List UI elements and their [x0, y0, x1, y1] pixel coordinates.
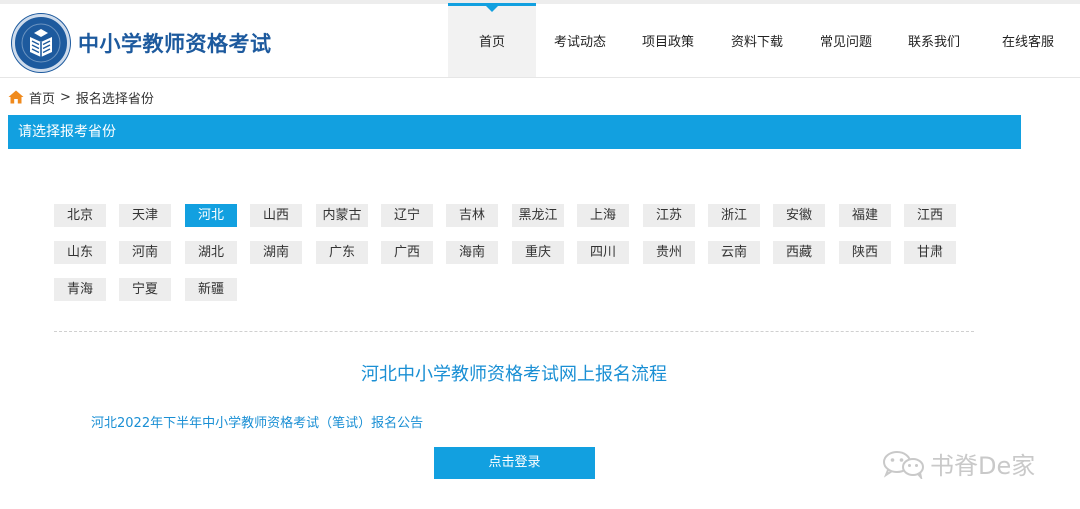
province-option[interactable]: 贵州	[643, 241, 695, 264]
login-button[interactable]: 点击登录	[434, 447, 595, 479]
province-option[interactable]: 云南	[708, 241, 760, 264]
breadcrumb-separator: >	[60, 89, 71, 105]
province-option[interactable]: 新疆	[185, 278, 237, 301]
breadcrumb-current: 报名选择省份	[75, 91, 154, 107]
province-option[interactable]: 河北	[185, 204, 237, 227]
province-option[interactable]: 广东	[316, 241, 368, 264]
province-option[interactable]: 吉林	[446, 204, 498, 227]
province-option[interactable]: 重庆	[512, 241, 564, 264]
watermark: 书脊De家	[880, 446, 1035, 481]
province-option[interactable]: 江苏	[643, 204, 695, 227]
nav-item-home[interactable]: 首页	[448, 3, 536, 77]
province-option[interactable]: 黑龙江	[512, 204, 564, 227]
province-option[interactable]: 西藏	[773, 241, 825, 264]
province-option[interactable]: 上海	[577, 204, 629, 227]
province-option[interactable]: 北京	[54, 204, 106, 227]
province-option[interactable]: 湖北	[185, 241, 237, 264]
nav-item-downloads[interactable]: 资料下载	[712, 4, 802, 77]
home-icon	[8, 90, 24, 104]
province-option[interactable]: 四川	[577, 241, 629, 264]
province-option[interactable]: 广西	[381, 241, 433, 264]
site-title[interactable]: 中小学教师资格考试	[78, 28, 272, 58]
province-option[interactable]: 福建	[839, 204, 891, 227]
province-option[interactable]: 辽宁	[381, 204, 433, 227]
province-option[interactable]: 陕西	[839, 241, 891, 264]
dashed-divider	[54, 331, 974, 332]
section-title-bar: 请选择报考省份	[8, 115, 1021, 149]
book-emblem-icon[interactable]	[12, 14, 70, 72]
province-option[interactable]: 浙江	[708, 204, 760, 227]
breadcrumb-home[interactable]: 首页	[29, 88, 55, 107]
wechat-icon	[883, 450, 924, 479]
province-option[interactable]: 河南	[119, 241, 171, 264]
nav-item-faq[interactable]: 常见问题	[802, 4, 890, 77]
province-option[interactable]: 宁夏	[119, 278, 171, 301]
province-option[interactable]: 天津	[119, 204, 171, 227]
province-option[interactable]: 甘肃	[904, 241, 956, 264]
section-title: 请选择报考省份	[18, 124, 116, 140]
nav-item-policy[interactable]: 项目政策	[624, 4, 712, 77]
province-option[interactable]: 安徽	[773, 204, 825, 227]
nav-item-exam-news[interactable]: 考试动态	[536, 4, 624, 77]
province-option[interactable]: 海南	[446, 241, 498, 264]
province-option[interactable]: 内蒙古	[316, 204, 368, 227]
nav-item-online-service[interactable]: 在线客服	[978, 4, 1078, 77]
main-nav: 首页 考试动态 项目政策 资料下载 常见问题 联系我们 在线客服	[448, 3, 1078, 77]
province-option[interactable]: 山西	[250, 204, 302, 227]
breadcrumb: 首页 > 报名选择省份	[8, 88, 154, 107]
watermark-text: 书脊De家	[930, 452, 1036, 480]
province-option[interactable]: 山东	[54, 241, 106, 264]
province-option[interactable]: 江西	[904, 204, 956, 227]
registration-notice-link[interactable]: 河北2022年下半年中小学教师资格考试（笔试）报名公告	[91, 412, 423, 431]
province-option[interactable]: 青海	[54, 278, 106, 301]
nav-item-contact[interactable]: 联系我们	[890, 4, 978, 77]
process-title: 河北中小学教师资格考试网上报名流程	[361, 364, 667, 385]
site-header: 中小学教师资格考试 首页 考试动态 项目政策 资料下载 常见问题 联系我们 在线…	[0, 3, 1080, 78]
province-option[interactable]: 湖南	[250, 241, 302, 264]
